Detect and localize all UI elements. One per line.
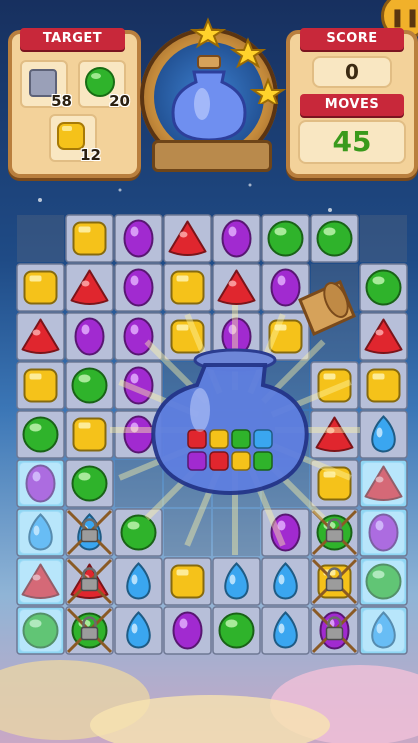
ice-tile[interactable]	[359, 508, 408, 557]
ice-tile[interactable]	[359, 459, 408, 508]
locked-tile	[310, 557, 359, 606]
empty-tile	[360, 215, 407, 262]
candy-tile[interactable]	[359, 361, 408, 410]
candy-tile[interactable]	[212, 263, 261, 312]
candy-tile[interactable]	[163, 606, 212, 655]
candy-tile[interactable]	[310, 361, 359, 410]
candy-tile[interactable]	[114, 508, 163, 557]
candy-tile[interactable]	[114, 606, 163, 655]
candy-tile[interactable]	[16, 312, 65, 361]
ice-tile[interactable]	[359, 606, 408, 655]
candy-tile[interactable]	[359, 263, 408, 312]
candy-tile[interactable]	[212, 214, 261, 263]
candy-tile[interactable]	[65, 312, 114, 361]
game-board	[16, 214, 408, 655]
candy-tile[interactable]	[16, 361, 65, 410]
locked-tile	[65, 508, 114, 557]
ice-tile[interactable]	[16, 557, 65, 606]
candy-tile[interactable]	[16, 410, 65, 459]
candy-tile[interactable]	[163, 263, 212, 312]
locked-tile	[65, 606, 114, 655]
candy-tile[interactable]	[114, 557, 163, 606]
candy-tile[interactable]	[163, 214, 212, 263]
candy-tile[interactable]	[261, 557, 310, 606]
locked-tile	[310, 606, 359, 655]
candy-tile[interactable]	[310, 214, 359, 263]
candy-tile[interactable]	[359, 410, 408, 459]
candy-tile[interactable]	[212, 557, 261, 606]
empty-tile	[17, 215, 64, 262]
candy-tile[interactable]	[359, 312, 408, 361]
ice-tile[interactable]	[16, 606, 65, 655]
candy-tile[interactable]	[114, 214, 163, 263]
candy-tile[interactable]	[212, 606, 261, 655]
candy-tile[interactable]	[310, 410, 359, 459]
candy-tile[interactable]	[65, 263, 114, 312]
empty-tile	[164, 509, 211, 556]
candy-tile[interactable]	[65, 361, 114, 410]
candy-tile[interactable]	[65, 214, 114, 263]
candy-tile[interactable]	[114, 263, 163, 312]
candy-tile[interactable]	[163, 557, 212, 606]
locked-tile	[65, 557, 114, 606]
candy-tile[interactable]	[65, 410, 114, 459]
ice-tile[interactable]	[16, 459, 65, 508]
candy-tile[interactable]	[261, 214, 310, 263]
candy-tile[interactable]	[261, 606, 310, 655]
ice-tile[interactable]	[16, 508, 65, 557]
candy-tile[interactable]	[16, 263, 65, 312]
candy-tile[interactable]	[65, 459, 114, 508]
ice-tile[interactable]	[359, 557, 408, 606]
